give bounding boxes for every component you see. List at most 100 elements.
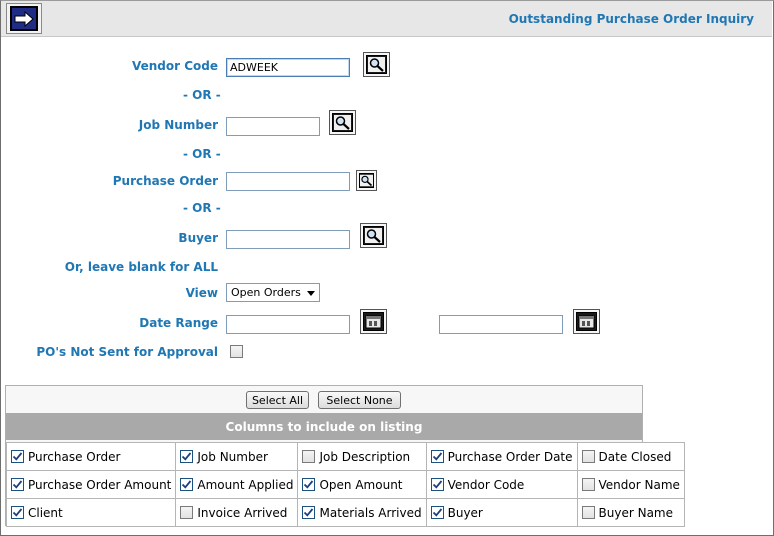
column-option[interactable]: Amount Applied bbox=[175, 470, 299, 499]
page-title: Outstanding Purchase Order Inquiry bbox=[508, 12, 754, 26]
date-range-label: Date Range bbox=[139, 316, 218, 330]
date-from-calendar-button[interactable] bbox=[360, 309, 387, 334]
column-option[interactable]: Job Number bbox=[175, 442, 299, 471]
column-option-label: Purchase Order Amount bbox=[28, 477, 172, 492]
go-button[interactable] bbox=[6, 3, 42, 34]
column-option[interactable]: Vendor Code bbox=[425, 470, 578, 499]
buyer-lookup-button[interactable] bbox=[360, 223, 387, 248]
column-option[interactable]: Materials Arrived bbox=[297, 498, 427, 527]
column-option-label: Invoice Arrived bbox=[197, 505, 288, 520]
column-checkbox[interactable] bbox=[180, 478, 194, 491]
column-option[interactable]: Job Description bbox=[297, 442, 427, 471]
columns-table: Purchase Order Job Number Job Description P… bbox=[5, 442, 685, 527]
column-option-inner: Materials Arrived bbox=[302, 505, 422, 520]
column-option-inner: Amount Applied bbox=[180, 478, 293, 492]
purchase-order-label: Purchase Order bbox=[112, 174, 218, 188]
column-option-inner: Purchase Order bbox=[11, 450, 171, 464]
column-checkbox[interactable] bbox=[180, 506, 194, 519]
column-option-inner: Buyer bbox=[430, 505, 573, 520]
columns-row: Client Invoice Arrived Materials Arrived Bu… bbox=[5, 498, 685, 527]
column-checkbox[interactable] bbox=[430, 450, 444, 463]
column-option-label: Purchase Order Date bbox=[447, 449, 573, 464]
select-none-button[interactable]: Select None bbox=[318, 391, 401, 409]
magnifier-icon bbox=[359, 173, 374, 188]
column-option[interactable]: Vendor Name bbox=[576, 470, 685, 499]
column-checkbox[interactable] bbox=[302, 478, 316, 491]
po-not-sent-label: PO's Not Sent for Approval bbox=[36, 345, 218, 359]
column-option-label: Buyer bbox=[447, 505, 483, 520]
column-checkbox[interactable] bbox=[180, 450, 194, 463]
column-checkbox[interactable] bbox=[302, 450, 316, 463]
column-option-inner: Vendor Name bbox=[581, 477, 680, 492]
select-all-button[interactable]: Select All bbox=[246, 391, 309, 409]
column-option-inner: Purchase Order Amount bbox=[11, 478, 171, 492]
column-option-label: Vendor Name bbox=[598, 477, 680, 492]
column-checkbox[interactable] bbox=[430, 506, 444, 519]
job-number-lookup-button[interactable] bbox=[329, 110, 356, 135]
magnifier-icon bbox=[366, 55, 387, 74]
buyer-label: Buyer bbox=[178, 231, 218, 245]
column-checkbox[interactable] bbox=[430, 478, 444, 491]
column-checkbox[interactable] bbox=[11, 450, 24, 463]
date-from-input[interactable] bbox=[226, 315, 350, 334]
column-option-inner: Invoice Arrived bbox=[180, 506, 293, 520]
column-option[interactable]: Purchase Order Amount bbox=[5, 470, 177, 499]
columns-row: Purchase Order Amount Amount Applied Open … bbox=[5, 470, 685, 499]
column-option-inner: Open Amount bbox=[302, 478, 421, 492]
or-separator-2: - OR - bbox=[183, 147, 221, 161]
job-number-input[interactable] bbox=[226, 117, 320, 136]
columns-header: Columns to include on listing bbox=[6, 413, 642, 440]
column-option-label: Job Number bbox=[197, 449, 268, 464]
calendar-icon bbox=[576, 312, 597, 331]
vendor-code-label: Vendor Code bbox=[131, 59, 218, 73]
column-option[interactable]: Purchase Order bbox=[5, 442, 177, 471]
leave-blank-note: Or, leave blank for ALL bbox=[64, 260, 218, 274]
column-option-inner: Vendor Code bbox=[430, 477, 573, 492]
column-option-inner: Buyer Name bbox=[581, 505, 680, 520]
column-option-label: Date Closed bbox=[598, 449, 672, 464]
column-option-label: Vendor Code bbox=[447, 477, 525, 492]
column-checkbox[interactable] bbox=[302, 506, 316, 519]
column-option-inner: Client bbox=[11, 506, 171, 520]
column-option-label: Materials Arrived bbox=[319, 505, 422, 520]
vendor-code-input[interactable] bbox=[226, 58, 350, 77]
column-option-inner: Job Number bbox=[180, 450, 293, 464]
arrow-right-icon bbox=[10, 6, 38, 31]
column-checkbox[interactable] bbox=[581, 478, 595, 491]
view-selected-value: Open Orders bbox=[231, 286, 301, 299]
column-checkbox[interactable] bbox=[581, 506, 595, 519]
column-option-label: Buyer Name bbox=[598, 505, 673, 520]
chevron-down-icon bbox=[307, 291, 315, 296]
magnifier-icon bbox=[363, 226, 384, 245]
columns-panel: Select All Select None Columns to includ… bbox=[5, 385, 685, 527]
column-option[interactable]: Buyer bbox=[425, 498, 578, 527]
column-option[interactable]: Client bbox=[5, 498, 177, 527]
columns-row: Purchase Order Job Number Job Description P… bbox=[5, 442, 685, 471]
or-separator-3: - OR - bbox=[183, 201, 221, 215]
column-option-label: Job Description bbox=[319, 449, 411, 464]
purchase-order-lookup-button[interactable] bbox=[356, 170, 377, 191]
header-bar: Outstanding Purchase Order Inquiry bbox=[1, 1, 772, 37]
column-option[interactable]: Buyer Name bbox=[576, 498, 685, 527]
column-option[interactable]: Purchase Order Date bbox=[425, 442, 578, 471]
purchase-order-input[interactable] bbox=[226, 172, 350, 191]
job-number-label: Job Number bbox=[138, 118, 218, 132]
date-to-input[interactable] bbox=[439, 315, 563, 334]
column-checkbox[interactable] bbox=[11, 478, 24, 491]
column-option[interactable]: Date Closed bbox=[576, 442, 685, 471]
view-label: View bbox=[185, 286, 218, 300]
column-checkbox[interactable] bbox=[581, 450, 595, 463]
or-separator-1: - OR - bbox=[183, 88, 221, 102]
date-to-calendar-button[interactable] bbox=[573, 309, 600, 334]
buyer-input[interactable] bbox=[226, 230, 350, 249]
column-option-inner: Job Description bbox=[302, 450, 421, 464]
column-option[interactable]: Invoice Arrived bbox=[175, 498, 299, 527]
po-not-sent-checkbox[interactable] bbox=[230, 345, 243, 358]
column-option-label: Open Amount bbox=[319, 477, 403, 492]
column-option-inner: Purchase Order Date bbox=[430, 449, 573, 464]
view-select[interactable]: Open Orders bbox=[226, 283, 320, 302]
column-option[interactable]: Open Amount bbox=[297, 470, 427, 499]
column-option-inner: Date Closed bbox=[581, 449, 680, 464]
vendor-code-lookup-button[interactable] bbox=[363, 52, 390, 77]
column-checkbox[interactable] bbox=[11, 506, 24, 519]
